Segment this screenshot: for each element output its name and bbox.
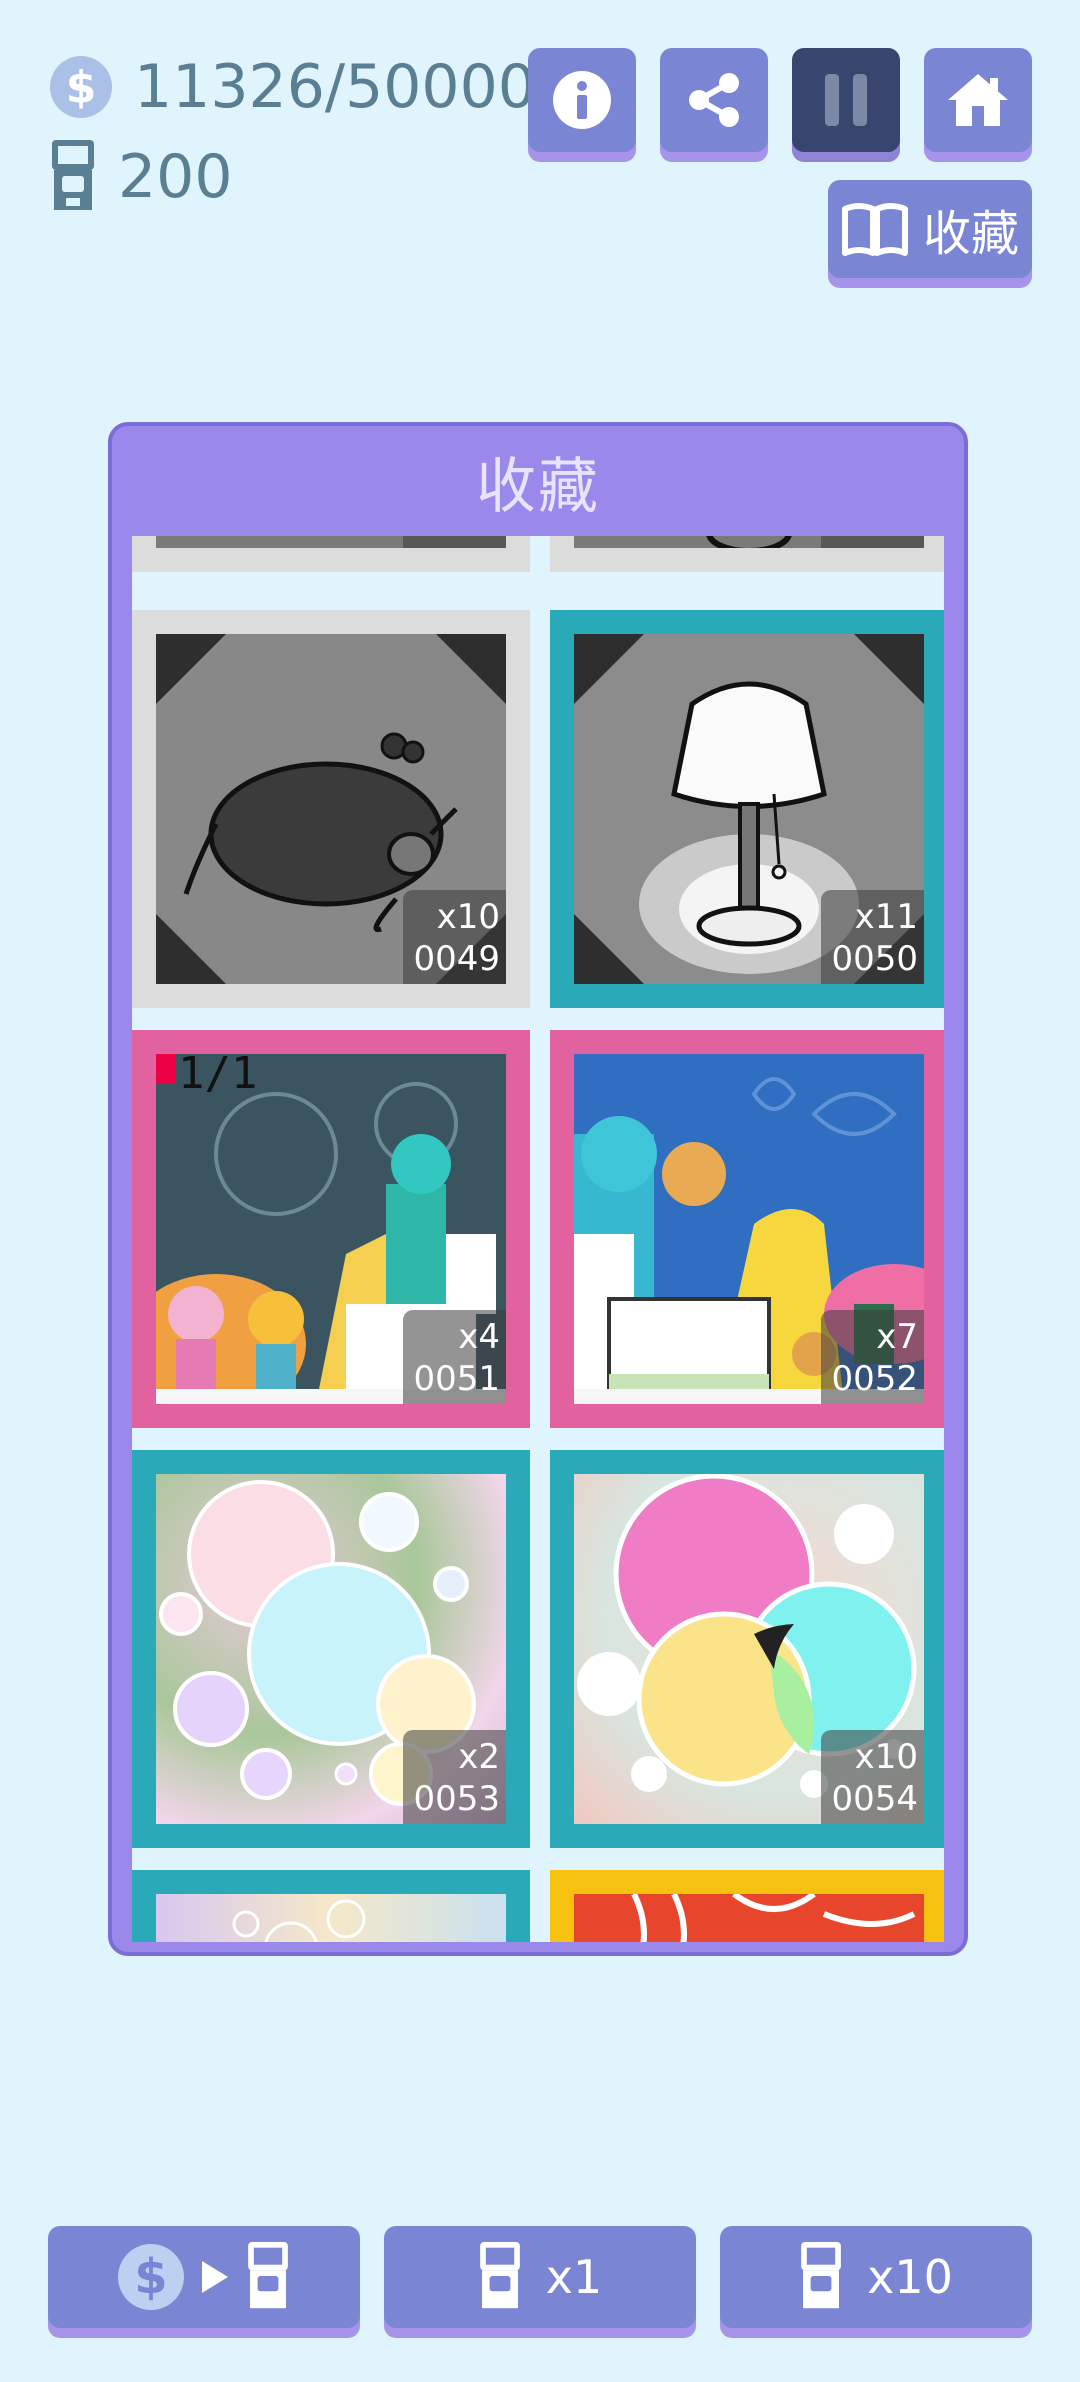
home-icon bbox=[948, 74, 1008, 126]
info-icon bbox=[553, 71, 611, 129]
book-icon bbox=[841, 203, 908, 256]
collection-card-0054[interactable]: x10 0054 bbox=[550, 1450, 944, 1848]
collection-card-partial-left[interactable] bbox=[132, 1870, 530, 1942]
card-art-pixel-scene: 1/1 x4 0051 bbox=[156, 1054, 506, 1404]
pause-icon bbox=[825, 74, 867, 126]
card-badge: x7 0052 bbox=[821, 1310, 924, 1404]
exchange-coins-button[interactable]: $ bbox=[48, 2226, 360, 2328]
collection-card-0052[interactable]: x7 0052 bbox=[550, 1030, 944, 1428]
card-badge: x10 0049 bbox=[403, 890, 506, 984]
art-text-0051: 1/1 bbox=[178, 1054, 258, 1099]
collection-card-0049[interactable]: x10 0049 bbox=[132, 610, 530, 1008]
coin-count-text: 11326/50000 bbox=[134, 52, 536, 122]
card-badge: x4 0051 bbox=[403, 1310, 506, 1404]
capsule-counter: 200 bbox=[50, 140, 233, 214]
card-badge: 0047 bbox=[403, 536, 506, 548]
capsule-machine-icon bbox=[801, 2242, 841, 2309]
collection-button[interactable]: 收藏 bbox=[828, 180, 1032, 278]
collection-card-0053[interactable]: x2 0053 bbox=[132, 1450, 530, 1848]
card-art-bubbles: x2 0053 bbox=[156, 1474, 506, 1824]
collection-panel: 收藏 0047 0048 bbox=[108, 422, 968, 1956]
card-art-pixel-scene-blue: x7 0052 bbox=[574, 1054, 924, 1404]
pause-button[interactable] bbox=[792, 48, 900, 152]
card-art: 0047 bbox=[156, 536, 506, 548]
collection-button-label: 收藏 bbox=[922, 206, 1019, 262]
collection-card-0051[interactable]: 1/1 x4 0051 bbox=[132, 1030, 530, 1428]
coin-icon: $ bbox=[50, 56, 112, 118]
card-art bbox=[574, 1894, 924, 1942]
coin-counter: $ 11326/50000 bbox=[50, 52, 536, 122]
card-art-lamp: x11 0050 bbox=[574, 634, 924, 984]
capsule-machine-icon bbox=[479, 2242, 520, 2309]
card-badge: 0048 bbox=[821, 536, 924, 548]
card-art-color-circles: x10 0054 bbox=[574, 1474, 924, 1824]
collection-card-partial-right[interactable] bbox=[550, 1870, 944, 1942]
card-art: 0048 bbox=[574, 536, 924, 548]
capsule-machine-icon bbox=[52, 140, 94, 210]
card-art bbox=[156, 1894, 506, 1942]
share-button[interactable] bbox=[660, 48, 768, 152]
collection-grid[interactable]: 0047 0048 bbox=[132, 536, 944, 1942]
home-button[interactable] bbox=[924, 48, 1032, 152]
collection-card-0047[interactable]: 0047 bbox=[132, 536, 530, 572]
collection-card-0050[interactable]: x11 0050 bbox=[550, 610, 944, 1008]
card-badge: x10 0054 bbox=[821, 1730, 924, 1824]
info-button[interactable] bbox=[528, 48, 636, 152]
draw-x1-button[interactable]: x1 bbox=[384, 2226, 696, 2328]
card-badge: x11 0050 bbox=[821, 890, 924, 984]
capsule-count-text: 200 bbox=[118, 142, 233, 212]
draw-x1-label: x1 bbox=[545, 2250, 603, 2304]
panel-title: 收藏 bbox=[476, 451, 600, 522]
play-arrow-icon bbox=[202, 2261, 228, 2293]
collection-card-0048[interactable]: 0048 bbox=[550, 536, 944, 572]
capsule-machine-icon bbox=[248, 2242, 288, 2309]
share-icon bbox=[689, 73, 739, 127]
coin-icon: $ bbox=[118, 2244, 184, 2310]
draw-x10-label: x10 bbox=[867, 2250, 953, 2304]
card-art-potato: x10 0049 bbox=[156, 634, 506, 984]
draw-x10-button[interactable]: x10 bbox=[720, 2226, 1032, 2328]
card-badge: x2 0053 bbox=[403, 1730, 506, 1824]
